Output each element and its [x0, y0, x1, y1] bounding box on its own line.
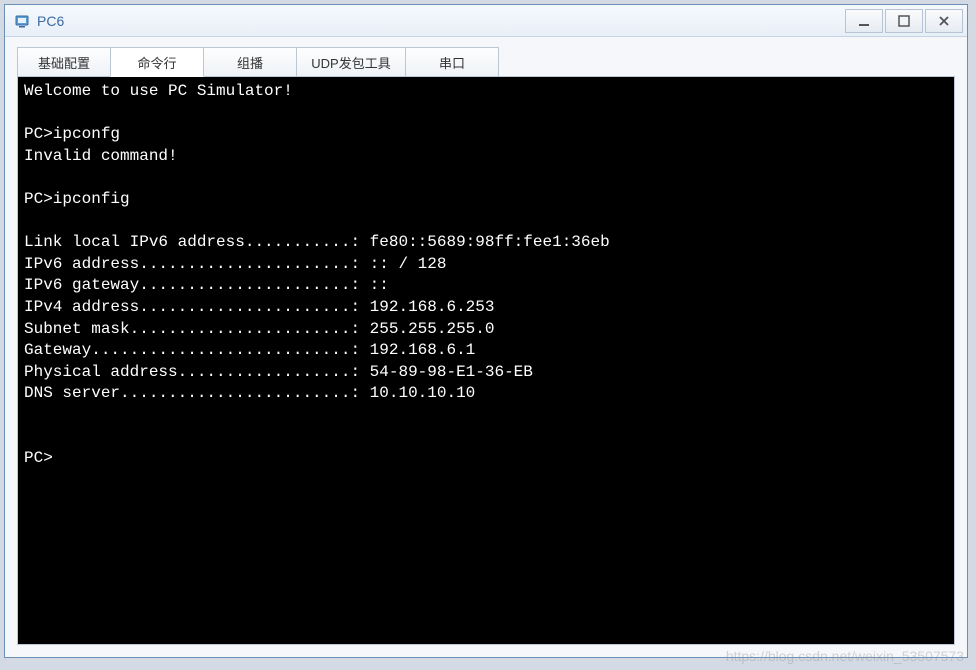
close-button[interactable]: [925, 9, 963, 33]
titlebar: PC6: [5, 5, 967, 37]
tab-label: 组播: [237, 53, 263, 72]
tab-udp-tool[interactable]: UDP发包工具: [296, 47, 406, 77]
app-icon: [13, 12, 31, 30]
tab-bar: 基础配置 命令行 组播 UDP发包工具 串口: [17, 47, 955, 77]
terminal-output[interactable]: Welcome to use PC Simulator! PC>ipconfg …: [17, 76, 955, 645]
tab-label: 基础配置: [38, 53, 90, 72]
maximize-button[interactable]: [885, 9, 923, 33]
content-area: 基础配置 命令行 组播 UDP发包工具 串口 Welcome to use PC…: [5, 37, 967, 657]
tab-basic-config[interactable]: 基础配置: [17, 47, 111, 77]
tab-label: 命令行: [137, 53, 176, 72]
tab-multicast[interactable]: 组播: [203, 47, 297, 77]
minimize-button[interactable]: [845, 9, 883, 33]
window-controls: [843, 9, 963, 33]
tab-label: UDP发包工具: [311, 53, 390, 72]
tab-serial[interactable]: 串口: [405, 47, 499, 77]
tab-cli[interactable]: 命令行: [110, 47, 204, 77]
tab-label: 串口: [439, 53, 465, 72]
window-title: PC6: [37, 13, 843, 29]
app-window: PC6 基础配置 命令行 组播 UDP发包工具: [4, 4, 968, 658]
